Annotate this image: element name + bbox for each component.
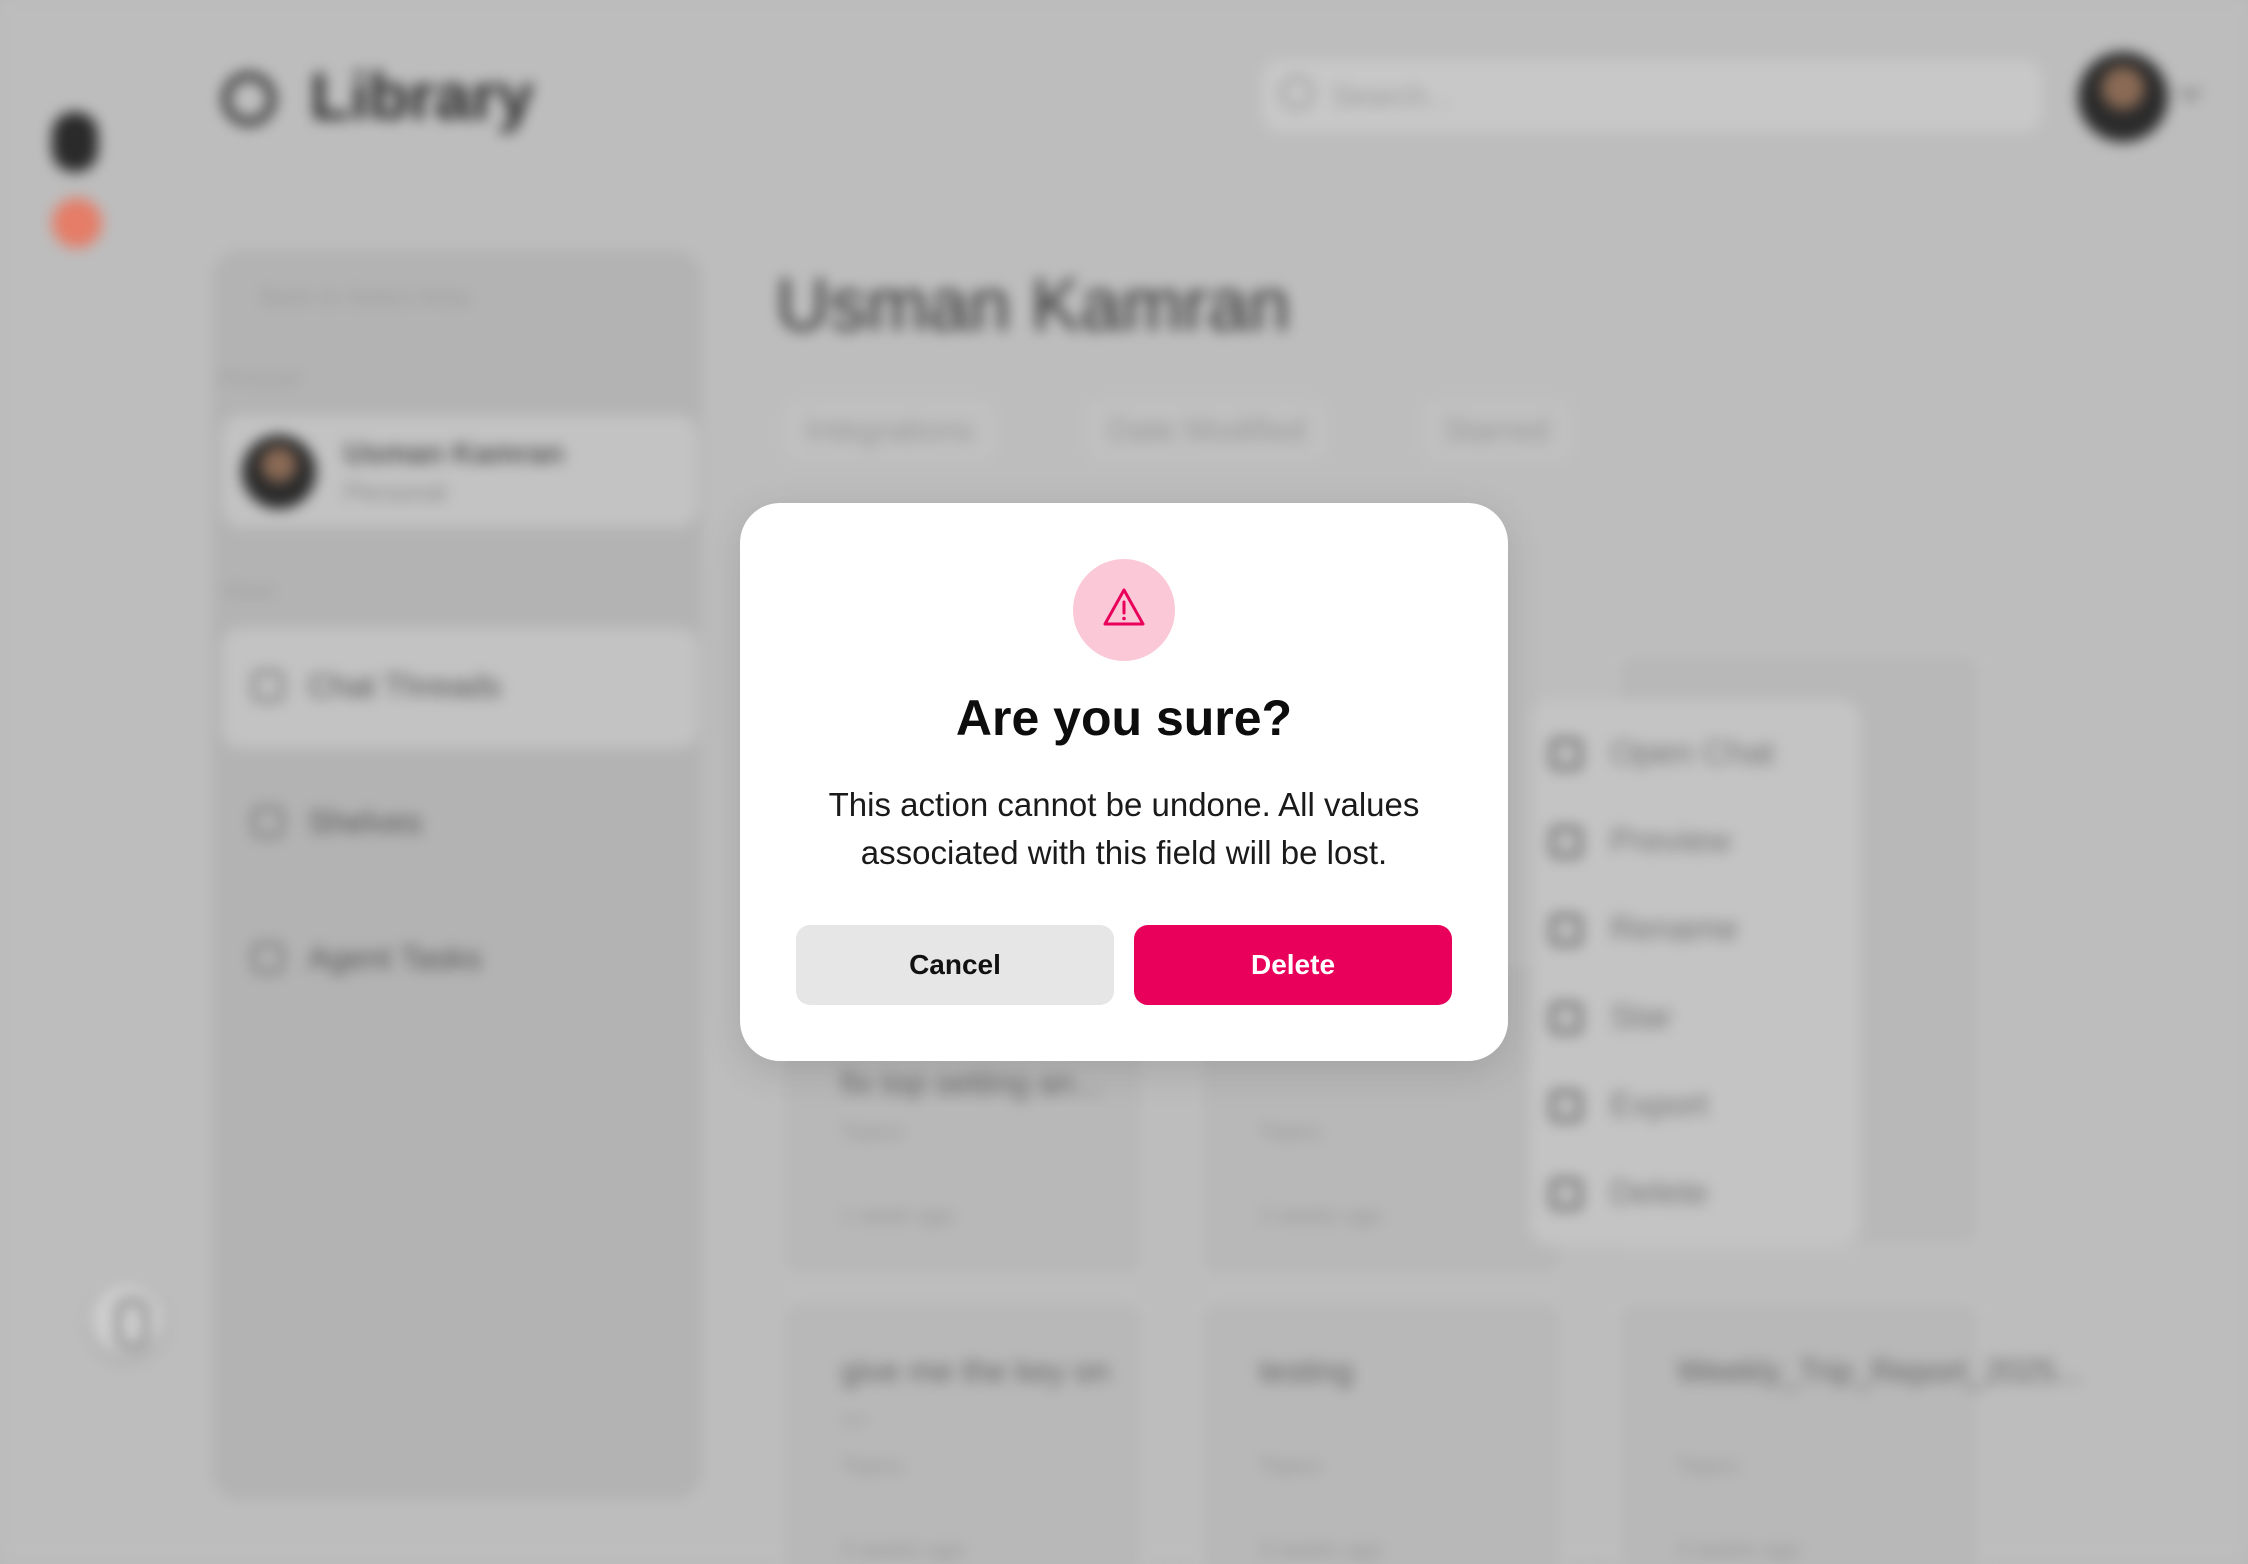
dialog-message: This action cannot be undone. All values… [828, 786, 1420, 871]
thread-card-meta: Topics [1259, 1119, 1322, 1144]
search-input[interactable]: Search... [1262, 60, 2042, 132]
star-icon [1550, 1002, 1582, 1034]
workspace-subtitle: Personal [344, 477, 447, 507]
folder-icon [252, 942, 284, 974]
chat-icon [252, 670, 284, 702]
menu-item-open-chat[interactable]: Open Chat [1610, 734, 1774, 773]
delete-button[interactable]: Delete [1134, 925, 1452, 1005]
thread-card-title: Weekly_Trip_Report_2025... [1677, 1353, 2083, 1389]
avatar[interactable] [2078, 52, 2168, 142]
sidebar-item-label: Chat Threads [308, 668, 502, 704]
sidebar-back-link[interactable]: Back to Select Area [260, 284, 469, 312]
library-icon [222, 72, 276, 126]
context-menu: Open Chat Preview Rename Star Export Del… [1530, 700, 1860, 1245]
sidebar-item-chat-threads[interactable]: Chat Threads [222, 628, 698, 748]
app-logo-icon[interactable] [52, 112, 98, 172]
sidebar-section-label: Personal [220, 368, 299, 390]
workspace-card[interactable]: Usman Kamran Personal [222, 415, 698, 527]
workspace-name: Usman Kamran [344, 437, 565, 470]
sidebar-item-label: Agent Tasks [308, 940, 482, 976]
pencil-icon [1550, 914, 1582, 946]
menu-item-delete[interactable]: Delete [1610, 1174, 1708, 1213]
menu-item-rename[interactable]: Rename [1610, 910, 1739, 949]
cancel-button[interactable]: Cancel [796, 925, 1114, 1005]
export-icon [1550, 1090, 1582, 1122]
thread-card-title: testing [1259, 1353, 1354, 1389]
thread-card[interactable]: Weekly_Trip_Report_2025... Topics 3 week… [1614, 1298, 2083, 1564]
chevron-down-icon[interactable] [2178, 78, 2202, 102]
thread-card-meta: Topics [841, 1119, 904, 1144]
sidebar-item-label: Shelves [308, 804, 422, 840]
warning-triangle-icon [1100, 584, 1148, 637]
dialog-title: Are you sure? [955, 690, 1293, 746]
open-chat-icon [1550, 738, 1582, 770]
thread-card-meta: Topics [1677, 1453, 1740, 1478]
thread-card-time: 3 weeks ago [1677, 1537, 1801, 1562]
sidebar-item-agent-tasks[interactable]: Agent Tasks [222, 900, 698, 1020]
menu-item-star[interactable]: Star [1610, 998, 1672, 1037]
thread-card-time: 3 weeks ago [1259, 1537, 1383, 1562]
menu-item-preview[interactable]: Preview [1610, 822, 1731, 861]
menu-item-export[interactable]: Export [1610, 1086, 1708, 1125]
thread-card-time: 2 weeks ago [1259, 1203, 1383, 1228]
page-header-title: Library [310, 59, 534, 133]
eye-icon [1550, 826, 1582, 858]
help-button[interactable] [92, 1285, 162, 1355]
warning-badge [1073, 559, 1175, 661]
thread-card-time: 1 week ago [841, 1203, 954, 1228]
search-placeholder: Search... [1332, 80, 1453, 113]
thread-card-time: 3 weeks ago [841, 1537, 965, 1562]
filter-starred[interactable]: Starred [1420, 398, 1573, 462]
avatar [242, 435, 316, 509]
notification-dot-icon[interactable] [52, 198, 102, 248]
sidebar-item-shelves[interactable]: Shelves [222, 764, 698, 884]
page-title: Usman Kamran [776, 263, 1291, 346]
trash-icon [1550, 1178, 1582, 1210]
search-icon [1280, 76, 1314, 110]
filter-integrations[interactable]: Integrations [782, 398, 998, 462]
sidebar-section-label: Views [222, 580, 275, 602]
shelf-icon [252, 806, 284, 838]
thread-card-meta: Topics [1259, 1453, 1322, 1478]
filter-date-modified[interactable]: Date Modified [1084, 398, 1330, 462]
thread-card-title: fix top setting an... [841, 1065, 1101, 1101]
confirm-delete-dialog: Are you sure? This action cannot be undo… [740, 503, 1508, 1061]
thread-card[interactable]: give me the key on ... Topics 3 weeks ag… [778, 1298, 1148, 1564]
thread-card-meta: Topics [841, 1453, 904, 1478]
thread-card[interactable]: testing Topics 3 weeks ago [1196, 1298, 1566, 1564]
thread-card-title: give me the key on ... [841, 1353, 1110, 1429]
